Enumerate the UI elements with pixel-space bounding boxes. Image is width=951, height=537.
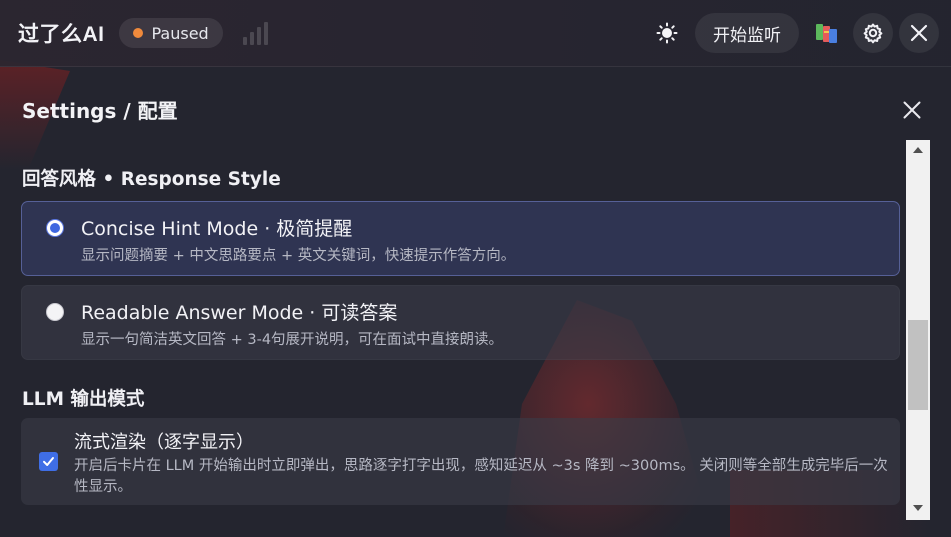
settings-content: 回答风格 • Response Style Concise Hint Mode … [0, 140, 906, 537]
streaming-render-option[interactable]: 流式渲染（逐字显示） 开启后卡片在 LLM 开始输出时立即弹出，思路逐字打字出现… [21, 418, 900, 505]
option-title: Readable Answer Mode · 可读答案 [81, 302, 398, 324]
streaming-render-description: 开启后卡片在 LLM 开始输出时立即弹出，思路逐字打字出现，感知延迟从 ~3s … [74, 458, 888, 495]
window-close-button[interactable] [899, 13, 939, 53]
status-badge: Paused [118, 18, 223, 48]
checkmark-icon [43, 457, 54, 466]
option-concise-hint-mode[interactable]: Concise Hint Mode · 极简提醒 显示问题摘要 + 中文思路要点… [21, 201, 900, 276]
start-listening-button[interactable]: 开始监听 [695, 13, 799, 53]
scroll-down-arrow[interactable] [906, 498, 930, 518]
vertical-scrollbar[interactable] [906, 140, 930, 520]
radio-concise-hint[interactable] [46, 219, 64, 237]
gear-icon [863, 23, 883, 44]
option-readable-answer-mode[interactable]: Readable Answer Mode · 可读答案 显示一句简洁英文回答 +… [21, 285, 900, 360]
scroll-up-arrow[interactable] [906, 140, 930, 160]
settings-title: Settings / 配置 [22, 99, 178, 123]
triangle-down-icon [913, 505, 923, 511]
sun-icon [656, 22, 678, 44]
option-title: Concise Hint Mode · 极简提醒 [81, 218, 353, 240]
status-dot-icon [132, 28, 143, 38]
llm-output-heading: LLM 输出模式 [22, 389, 145, 410]
title-bar: 过了么AI Paused 开始监听 [0, 0, 951, 67]
option-description: 显示一句简洁英文回答 + 3-4句展开说明，可在面试中直接朗读。 [81, 332, 504, 348]
close-icon [903, 101, 921, 119]
streaming-render-checkbox[interactable] [39, 452, 58, 471]
settings-button[interactable] [853, 13, 893, 53]
close-icon [910, 24, 928, 42]
signal-strength-icon [242, 21, 268, 45]
books-icon [816, 24, 837, 43]
scrollbar-thumb[interactable] [908, 320, 928, 410]
books-button[interactable] [807, 13, 847, 53]
app-title: 过了么AI [18, 23, 105, 46]
streaming-render-title: 流式渲染（逐字显示） [74, 432, 254, 453]
status-label: Paused [151, 23, 209, 43]
theme-toggle-button[interactable] [647, 13, 687, 53]
radio-readable-answer[interactable] [46, 303, 64, 321]
triangle-up-icon [913, 147, 923, 153]
option-description: 显示问题摘要 + 中文思路要点 + 英文关键词，快速提示作答方向。 [81, 248, 516, 264]
response-style-heading: 回答风格 • Response Style [22, 169, 281, 190]
settings-close-button[interactable] [894, 92, 930, 128]
